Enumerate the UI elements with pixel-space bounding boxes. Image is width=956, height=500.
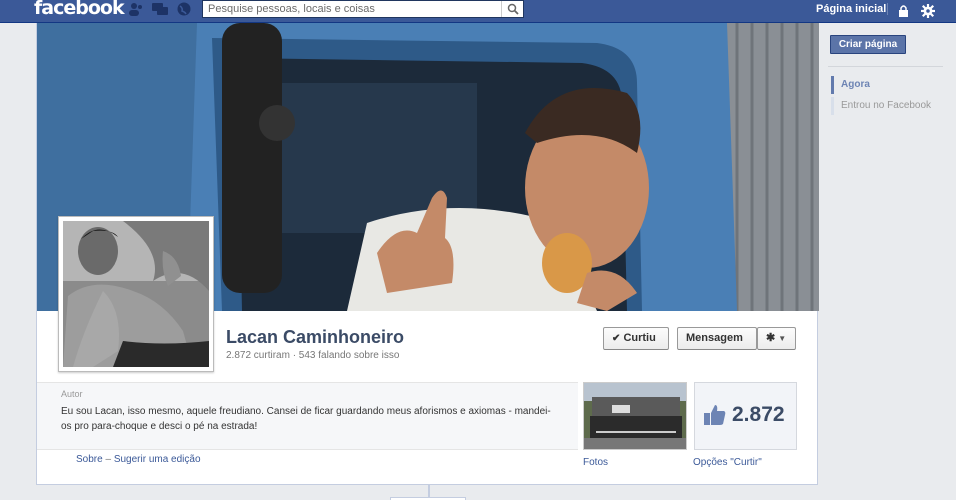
search-icon: [507, 3, 519, 15]
check-icon: ✔: [612, 333, 621, 344]
chevron-down-icon: ▼: [778, 334, 787, 343]
search-input[interactable]: [203, 1, 499, 17]
top-bar: facebook Página inicial: [0, 0, 956, 23]
about-links: Sobre – Sugerir uma edição: [76, 454, 201, 465]
photos-thumbnail[interactable]: [583, 382, 687, 450]
page-title[interactable]: Lacan Caminhoneiro: [226, 327, 404, 348]
suggest-edit-link[interactable]: Sugerir uma edição: [114, 454, 201, 465]
lock-icon[interactable]: [897, 4, 913, 18]
gear-icon: ✱: [766, 332, 776, 344]
about-section: Autor Eu sou Lacan, isso mesmo, aquele f…: [37, 382, 578, 450]
globe-icon[interactable]: [176, 2, 192, 16]
timeline-nav-now[interactable]: Agora: [831, 76, 870, 94]
gear-icon[interactable]: [920, 4, 936, 18]
likes-box[interactable]: 2.872: [694, 382, 797, 450]
topbar-divider: [887, 3, 888, 15]
page-options-button[interactable]: ✱ ▼: [757, 327, 796, 350]
friends-icon[interactable]: [128, 2, 144, 16]
rail-divider: [828, 66, 943, 67]
about-label: Autor: [61, 389, 83, 399]
page-timeline: Lacan Caminhoneiro 2.872 curtiram · 543 …: [36, 23, 819, 485]
facebook-logo[interactable]: facebook: [34, 0, 125, 19]
page-stats: 2.872 curtiram · 543 falando sobre isso: [226, 350, 400, 361]
search-box: [202, 0, 524, 18]
home-link[interactable]: Página inicial: [816, 3, 886, 15]
about-text: Eu sou Lacan, isso mesmo, aquele freudia…: [61, 406, 551, 432]
photos-label[interactable]: Fotos: [583, 457, 608, 468]
likes-count: 2.872: [732, 403, 785, 426]
timeline-nav-joined[interactable]: Entrou no Facebook: [831, 97, 931, 115]
create-page-button[interactable]: Criar página: [830, 35, 906, 54]
profile-picture[interactable]: [58, 216, 214, 372]
message-button[interactable]: Mensagem: [677, 327, 757, 350]
liked-button[interactable]: ✔ Curtiu: [603, 327, 669, 350]
search-button[interactable]: [501, 1, 523, 17]
link-separator: –: [105, 454, 112, 465]
about-link[interactable]: Sobre: [76, 454, 103, 465]
likes-options-label[interactable]: Opções "Curtir": [693, 457, 762, 468]
thumbs-up-icon: [704, 405, 726, 425]
messages-icon[interactable]: [152, 2, 168, 16]
